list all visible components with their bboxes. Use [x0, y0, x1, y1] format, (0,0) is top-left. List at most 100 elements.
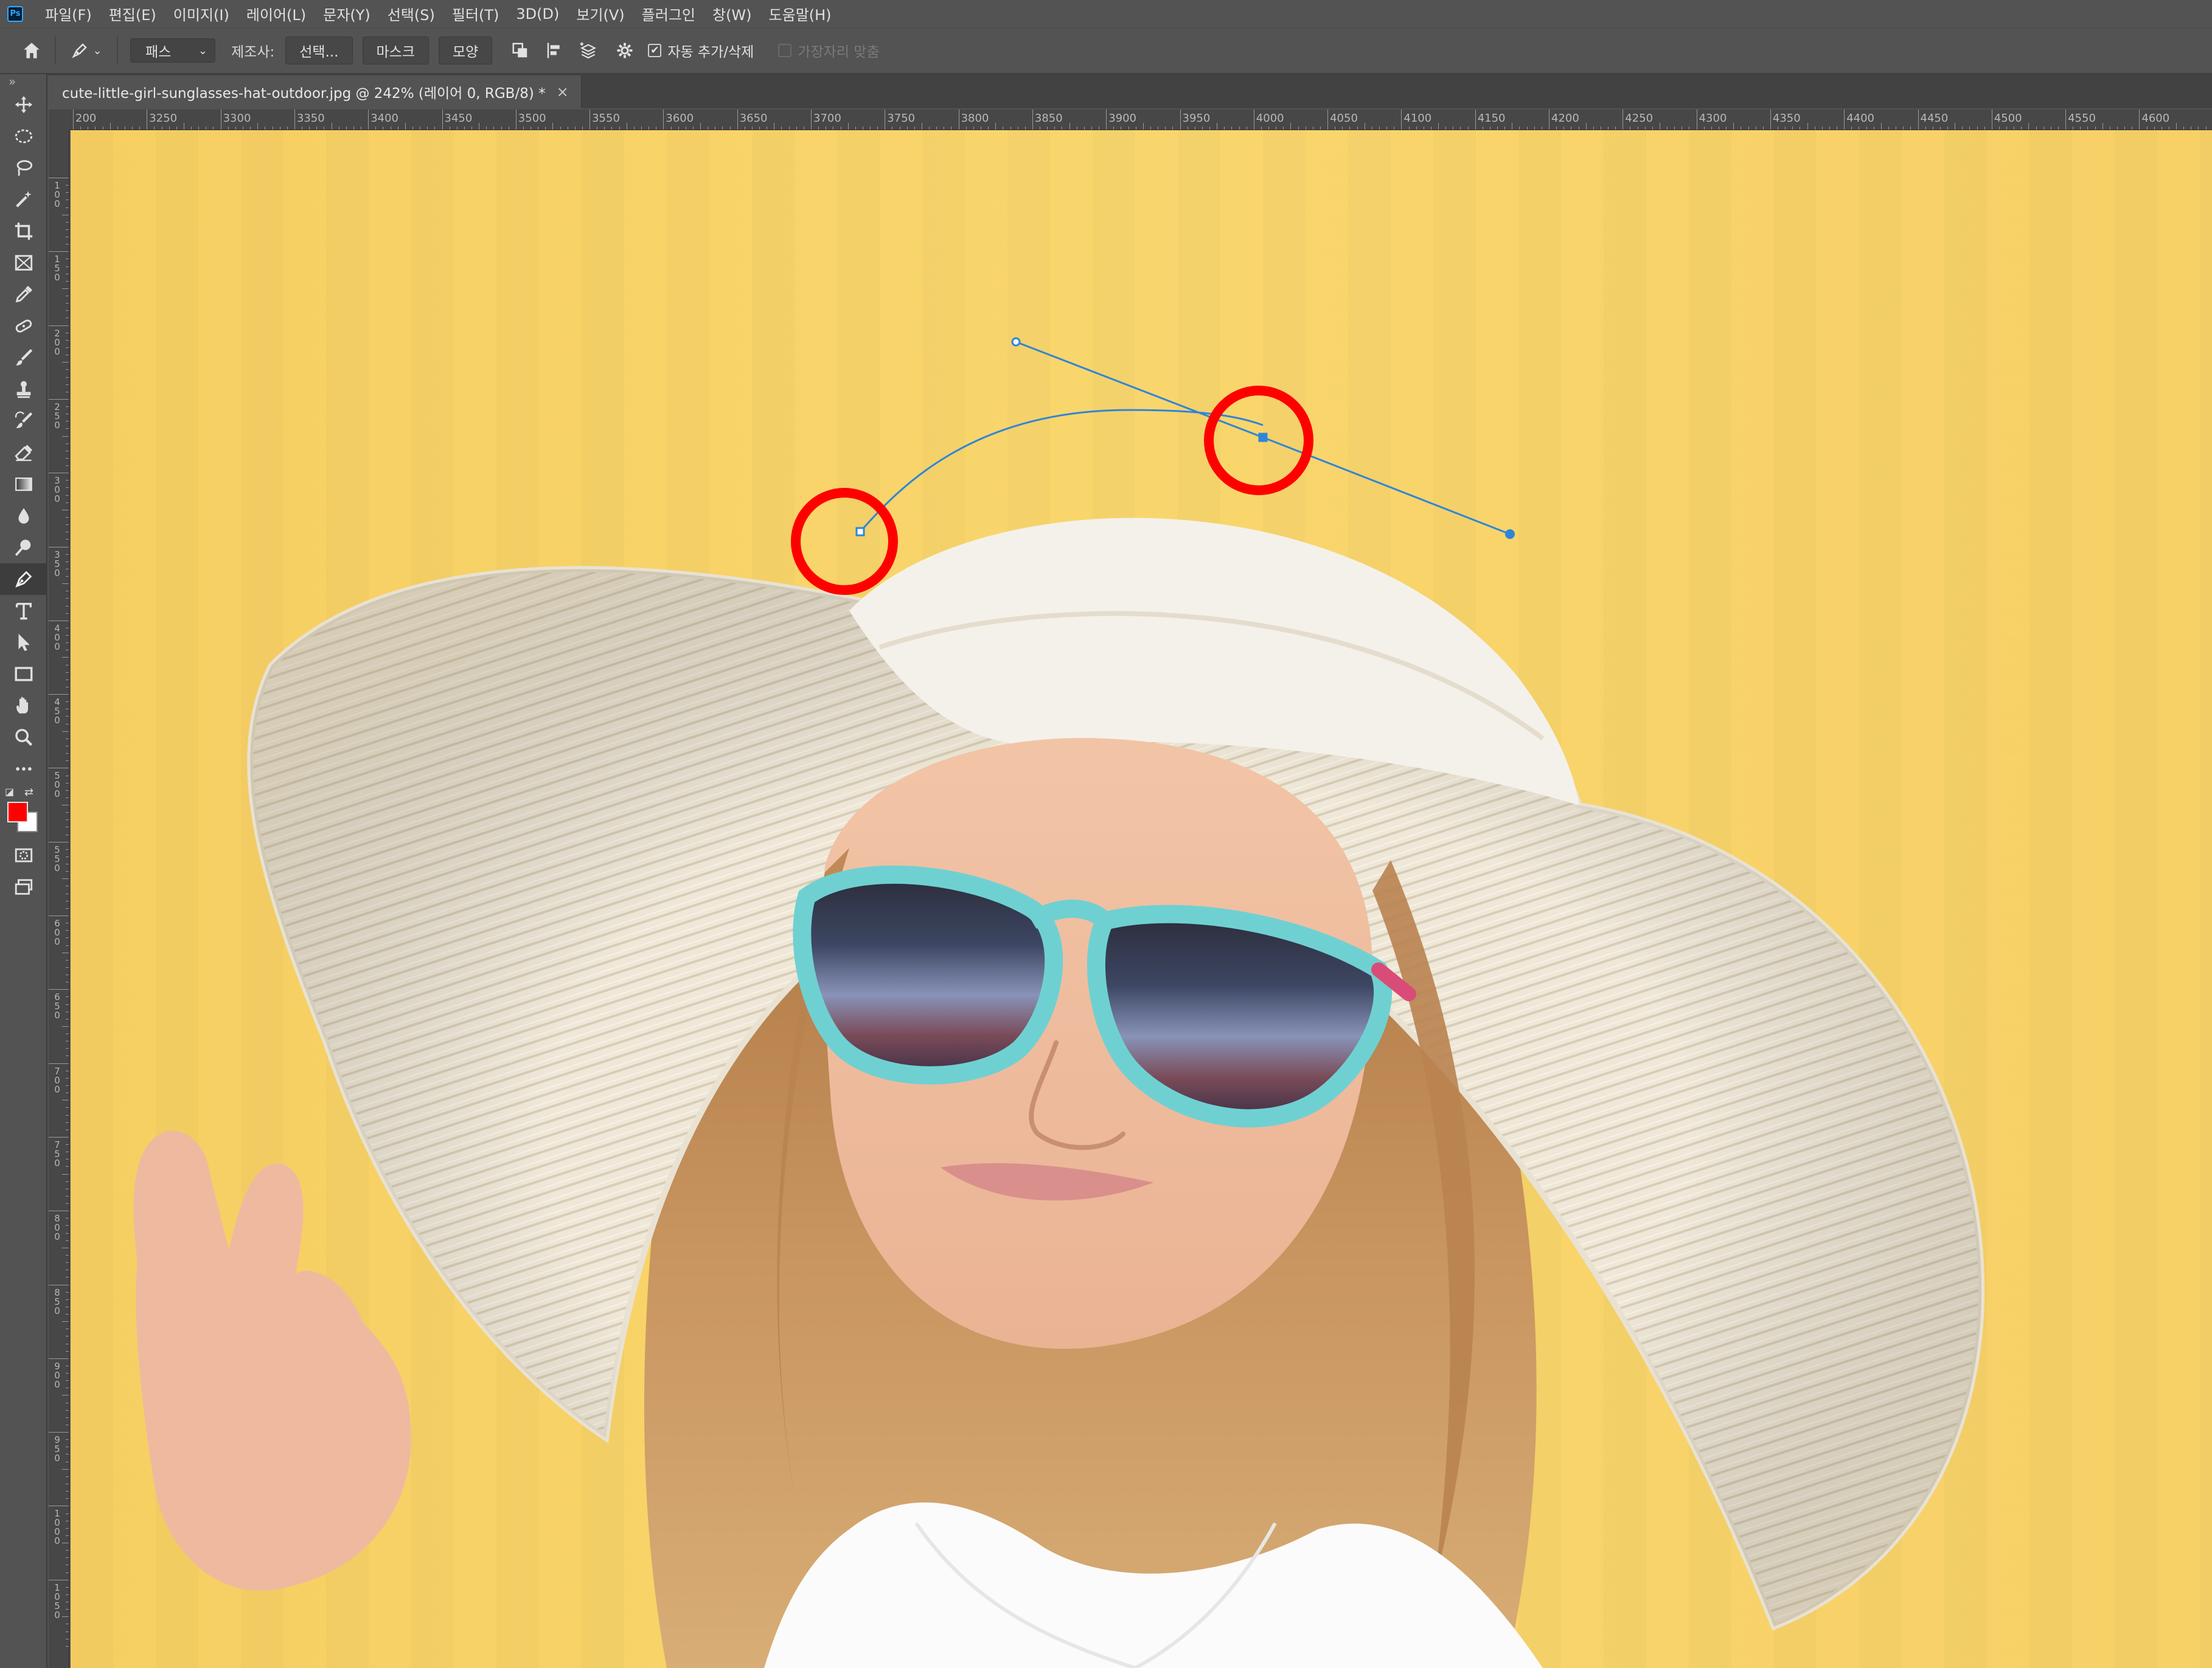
marquee-tool[interactable]	[0, 120, 47, 152]
make-selection-button[interactable]: 선택...	[285, 36, 353, 64]
ruler-label: 3750	[887, 112, 916, 125]
ruler-minor-tick	[66, 1594, 69, 1595]
type-tool[interactable]	[0, 595, 47, 627]
ruler-label: 100	[54, 180, 60, 209]
anchor-point-selected[interactable]	[1258, 433, 1268, 442]
eraser-tool[interactable]	[0, 437, 47, 468]
healing-brush-tool[interactable]	[0, 310, 47, 342]
ruler-minor-tick	[66, 377, 69, 378]
ruler-minor-tick	[66, 421, 69, 422]
crop-tool[interactable]	[0, 215, 47, 247]
menu-window[interactable]: 창(W)	[704, 3, 760, 24]
ruler-minor-tick	[66, 1373, 69, 1374]
history-brush-tool[interactable]	[0, 405, 47, 437]
home-icon[interactable]	[15, 33, 49, 68]
ruler-label: 4250	[1625, 112, 1654, 125]
pen-tool[interactable]	[0, 563, 47, 595]
menu-select[interactable]: 선택(S)	[379, 3, 443, 24]
path-arrangement-icon[interactable]	[571, 33, 605, 68]
ruler-minor-tick	[66, 1085, 69, 1086]
ruler-minor-tick	[66, 1645, 69, 1647]
menu-filter[interactable]: 필터(T)	[443, 3, 508, 24]
document-canvas[interactable]	[71, 130, 2212, 1668]
tool-preset-picker[interactable]: ⌄	[62, 33, 111, 68]
frame-tool[interactable]	[0, 247, 47, 279]
clone-stamp-tool[interactable]	[0, 374, 47, 405]
ruler-minor-tick	[66, 1527, 69, 1529]
menu-image[interactable]: 이미지(I)	[165, 3, 238, 24]
document-tab[interactable]: cute-little-girl-sunglasses-hat-outdoor.…	[47, 75, 582, 108]
menu-file[interactable]: 파일(F)	[37, 3, 100, 24]
menu-type[interactable]: 문자(Y)	[315, 3, 379, 24]
ruler-label: 300	[54, 475, 60, 505]
ruler-origin[interactable]	[49, 109, 69, 130]
ruler-minor-tick	[66, 406, 69, 408]
direction-handle-left[interactable]	[1011, 337, 1021, 347]
chevron-down-icon: ⌄	[198, 44, 207, 57]
align-edges-checkbox[interactable]: ✔	[778, 44, 792, 57]
direction-handle-right[interactable]	[1505, 529, 1515, 539]
gradient-tool[interactable]	[0, 468, 47, 500]
foreground-color-swatch[interactable]	[7, 802, 28, 822]
ruler-minor-tick	[62, 1321, 69, 1322]
menu-help[interactable]: 도움말(H)	[760, 3, 840, 24]
ruler-minor-tick	[66, 465, 69, 467]
ruler-minor-tick	[66, 221, 69, 223]
ruler-minor-tick	[66, 524, 69, 526]
document-tab-bar: cute-little-girl-sunglasses-hat-outdoor.…	[47, 74, 2212, 108]
vertical-ruler[interactable]: 100 150 200 250 300 350 400 450 500 550 600 650 700 7…	[49, 130, 69, 1668]
ruler-minor-tick	[66, 908, 69, 909]
gear-icon[interactable]	[608, 33, 642, 68]
ruler-minor-tick	[66, 185, 69, 186]
horizontal-ruler[interactable]: 200 3250 3300 3350 3400 3450 3500 3550 3600 3650 3…	[69, 109, 2212, 130]
ruler-minor-tick	[66, 782, 69, 784]
ruler-minor-tick	[62, 362, 69, 363]
auto-add-delete-checkbox[interactable]: ✔	[648, 44, 662, 57]
menu-3d[interactable]: 3D(D)	[507, 5, 568, 23]
hand-tool[interactable]	[0, 690, 47, 721]
ruler-label: 4500	[1994, 112, 2022, 125]
ruler-minor-tick	[66, 871, 69, 872]
ruler-minor-tick	[62, 878, 69, 880]
magic-wand-tool[interactable]	[0, 184, 47, 215]
ruler-label: 150	[54, 254, 60, 283]
eyedropper-tool[interactable]	[0, 279, 47, 310]
screen-mode-tool[interactable]	[0, 871, 47, 903]
ruler-label: 3950	[1182, 112, 1211, 125]
path-selection-tool[interactable]	[0, 627, 47, 658]
ruler-label: 800	[54, 1213, 60, 1243]
ruler-tick	[1622, 109, 1624, 130]
ruler-minor-tick	[405, 123, 406, 130]
default-colors-icon[interactable]: ◪	[5, 786, 14, 798]
blur-tool[interactable]	[0, 500, 47, 532]
close-icon[interactable]: ×	[557, 83, 569, 100]
menu-layer[interactable]: 레이어(L)	[238, 3, 315, 24]
move-icon	[15, 96, 33, 114]
menu-edit[interactable]: 편집(E)	[100, 3, 165, 24]
menu-plugins[interactable]: 플러그인	[633, 3, 704, 24]
make-mask-button[interactable]: 마스크	[362, 36, 429, 64]
lasso-icon	[16, 160, 33, 176]
brush-tool[interactable]	[0, 342, 47, 374]
tool-mode-select[interactable]: 패스 ⌄	[130, 38, 215, 63]
quick-mask-tool[interactable]	[0, 839, 47, 871]
dodge-tool[interactable]	[0, 532, 47, 563]
path-operations-icon[interactable]	[503, 33, 537, 68]
ruler-minor-tick	[66, 1557, 69, 1559]
move-tool[interactable]	[0, 89, 47, 120]
ruler-tick	[737, 109, 738, 130]
zoom-tool[interactable]	[0, 721, 47, 753]
path-alignment-icon[interactable]	[537, 33, 571, 68]
make-shape-button[interactable]: 모양	[438, 36, 493, 64]
ruler-label: 3650	[739, 112, 768, 125]
panel-collapse-icon[interactable]: »	[0, 74, 46, 89]
ruler-minor-tick	[66, 303, 69, 304]
rectangle-tool[interactable]	[0, 658, 47, 690]
anchor-point-start[interactable]	[855, 527, 865, 537]
swap-colors-icon[interactable]: ⇄	[24, 786, 33, 799]
lasso-tool[interactable]	[0, 152, 47, 184]
ruler-minor-tick	[66, 1166, 69, 1167]
edit-toolbar[interactable]	[0, 753, 47, 785]
ruler-tick	[663, 109, 664, 130]
menu-view[interactable]: 보기(V)	[568, 3, 633, 24]
